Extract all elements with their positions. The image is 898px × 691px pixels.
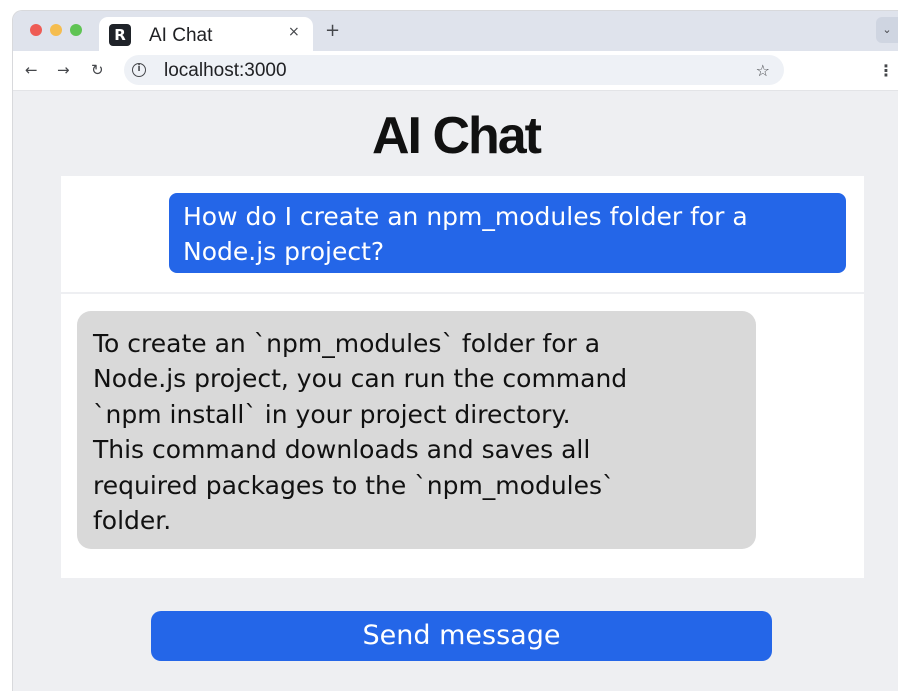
address-bar[interactable]: i localhost:3000 ☆ <box>124 55 784 85</box>
tab-search-chevron-icon[interactable]: ⌄ <box>876 17 898 43</box>
assistant-message-bubble: To create an `npm_modules` folder for a … <box>77 311 756 549</box>
address-url[interactable]: localhost:3000 <box>164 60 287 82</box>
page-title: AI Chat <box>372 107 542 165</box>
minimize-window-button[interactable] <box>50 24 62 36</box>
browser-menu-icon[interactable]: ⋮ <box>878 61 894 80</box>
tab-ai-chat[interactable]: R AI Chat × <box>99 17 313 51</box>
favicon-icon: R <box>109 24 131 46</box>
send-message-button[interactable]: Send message <box>151 611 772 661</box>
page-content: AI Chat How do I create an npm_modules f… <box>13 92 898 691</box>
message-divider <box>61 292 864 294</box>
window-controls <box>30 24 82 36</box>
close-window-button[interactable] <box>30 24 42 36</box>
back-arrow-icon[interactable]: ← <box>25 61 38 79</box>
tab-title: AI Chat <box>149 25 213 46</box>
browser-toolbar: ← → ↻ i localhost:3000 ☆ ⋮ <box>13 51 898 91</box>
new-tab-icon[interactable]: + <box>325 20 340 41</box>
reload-icon[interactable]: ↻ <box>91 61 104 79</box>
browser-window: R AI Chat × + ⌄ ← → ↻ i localhost:3000 ☆… <box>12 10 898 691</box>
site-info-icon[interactable]: i <box>132 63 146 77</box>
chat-panel: How do I create an npm_modules folder fo… <box>61 176 864 578</box>
close-tab-icon[interactable]: × <box>288 24 300 40</box>
tab-strip: R AI Chat × + ⌄ <box>13 11 898 51</box>
maximize-window-button[interactable] <box>70 24 82 36</box>
forward-arrow-icon[interactable]: → <box>57 61 70 79</box>
user-message-bubble: How do I create an npm_modules folder fo… <box>169 193 846 273</box>
bookmark-star-icon[interactable]: ☆ <box>756 61 770 80</box>
